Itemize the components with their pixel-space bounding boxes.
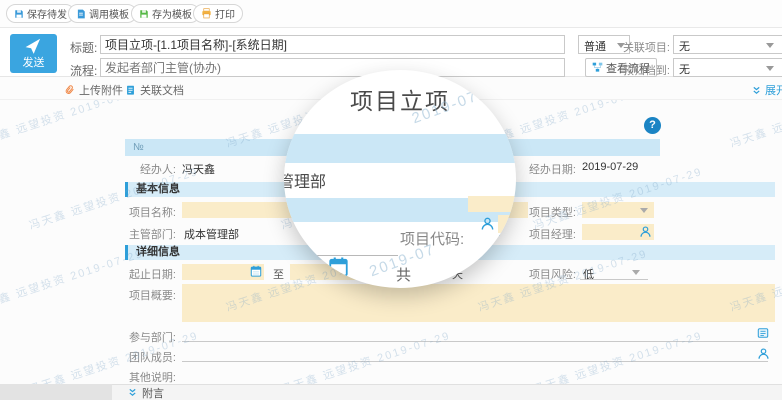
risk-label: 项目风险: [510, 266, 576, 282]
person-picker-icon[interactable] [757, 347, 770, 360]
magnifier-underline-field [298, 238, 398, 256]
save-as-template-icon [139, 9, 149, 19]
flow-input[interactable] [100, 58, 565, 77]
save-icon [14, 9, 24, 19]
handler-label: 经办人: [110, 161, 176, 177]
dept-label: 主管部门: [110, 226, 176, 242]
toolbar: 保存待发 调用模板 存为模板 打印 [0, 0, 782, 28]
save-as-template-label: 存为模板 [152, 6, 192, 21]
handler-date-value: 2019-07-29 [582, 161, 638, 173]
section-detail-label: 详细信息 [136, 246, 180, 258]
project-type-select[interactable] [582, 202, 654, 218]
save-pending-label: 保存待发 [27, 6, 67, 21]
send-button[interactable]: 发送 [10, 34, 57, 73]
calendar-icon[interactable] [250, 265, 262, 277]
dropdown-arrow-icon [632, 270, 640, 275]
priority-value: 普通 [584, 41, 606, 53]
related-project-value: 无 [679, 41, 690, 53]
help-glyph: ? [649, 119, 656, 131]
dropdown-arrow-icon [766, 66, 774, 71]
participants-input[interactable] [182, 326, 768, 342]
load-template-button[interactable]: 调用模板 [68, 4, 137, 23]
team-input[interactable] [182, 346, 768, 362]
risk-value: 低 [583, 266, 594, 282]
magnifier-days-fragment: 共 [396, 264, 411, 285]
bottom-left-panel [0, 384, 112, 400]
expand-label: 展开 [765, 82, 782, 98]
printer-icon [201, 8, 212, 19]
person-picker-icon [480, 216, 495, 231]
pre-archive-label: 预归档到: [604, 62, 670, 78]
summary-textarea[interactable] [182, 284, 775, 322]
help-button[interactable]: ? [644, 117, 661, 134]
magnifier-circle: 项目立项 2019-07-2 管理部 项目代码: 2019-07 共 [284, 70, 516, 288]
magnifier-orange-field [498, 215, 516, 233]
expand-toggle[interactable]: 展开 [752, 82, 782, 98]
chevron-double-down-icon [128, 388, 137, 397]
handler-value: 冯天鑫 [182, 161, 215, 177]
flow-chart-icon [592, 62, 603, 73]
postscript-label: 附言 [142, 385, 164, 400]
workflow-form-window: 保存待发 调用模板 存为模板 打印 发送 标题: [0, 0, 782, 400]
serial-label: № [133, 142, 144, 153]
magnifier-band [284, 134, 516, 163]
pre-archive-value: 无 [679, 64, 690, 76]
dept-value: 成本管理部 [184, 226, 239, 242]
print-button[interactable]: 打印 [193, 4, 243, 23]
magnifier-orange-field [468, 196, 516, 212]
date-range-label: 起止日期: [110, 266, 176, 282]
upload-attachment-label: 上传附件 [79, 82, 123, 98]
dropdown-arrow-icon [766, 43, 774, 48]
title-input[interactable] [100, 35, 565, 54]
project-type-label: 项目类型: [510, 204, 576, 220]
pre-archive-select[interactable]: 无 [673, 58, 782, 77]
template-icon [76, 9, 86, 19]
related-project-select[interactable]: 无 [673, 35, 782, 54]
save-as-template-button[interactable]: 存为模板 [131, 4, 200, 23]
linked-doc-link[interactable]: 关联文档 [125, 82, 184, 98]
calendar-icon [328, 256, 349, 277]
summary-label: 项目概要: [110, 287, 176, 303]
team-label: 团队成员: [110, 349, 176, 365]
paperclip-icon [64, 85, 75, 96]
related-project-label: 关联项目: [604, 39, 670, 55]
dropdown-arrow-icon [640, 208, 648, 213]
send-label: 发送 [10, 54, 57, 70]
save-pending-button[interactable]: 保存待发 [6, 4, 75, 23]
handler-date-label: 经办日期: [510, 161, 576, 177]
person-picker-icon[interactable] [639, 225, 652, 238]
to-label: 至 [273, 266, 284, 282]
risk-select[interactable]: 低 [580, 264, 648, 280]
other-label: 其他说明: [110, 369, 176, 385]
print-label: 打印 [215, 6, 235, 21]
magnifier-dept-fragment: 管理部 [284, 168, 326, 192]
linked-doc-label: 关联文档 [140, 82, 184, 98]
load-template-label: 调用模板 [89, 6, 129, 21]
manager-label: 项目经理: [510, 226, 576, 242]
section-basic-label: 基本信息 [136, 183, 180, 195]
chevron-double-down-icon [752, 86, 761, 95]
participants-label: 参与部门: [110, 329, 176, 345]
org-picker-icon[interactable] [757, 327, 769, 339]
postscript-bar[interactable]: 附言 [112, 384, 782, 400]
document-icon [125, 85, 136, 96]
project-name-label: 项目名称: [110, 204, 176, 220]
title-label: 标题: [70, 39, 97, 56]
upload-attachment-link[interactable]: 上传附件 [64, 82, 123, 98]
